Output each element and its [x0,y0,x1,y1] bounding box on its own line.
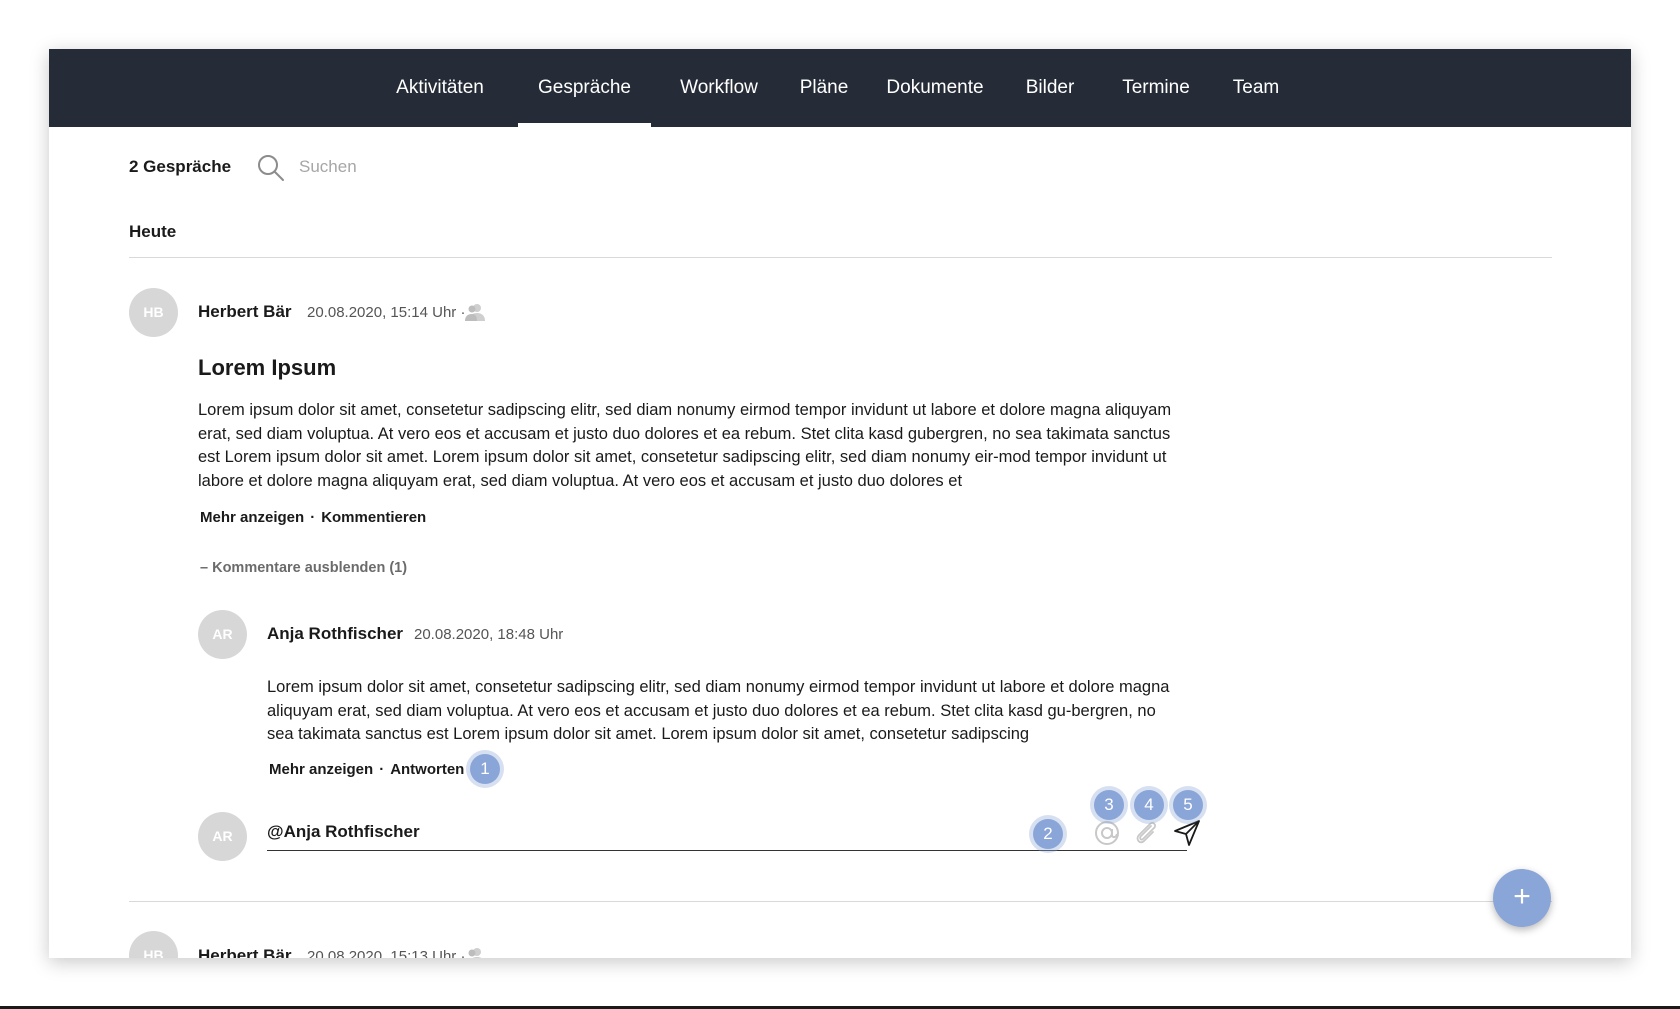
comment-body: Lorem ipsum dolor sit amet, consetetur s… [267,678,1170,743]
post-more-link[interactable]: Mehr anzeigen [200,509,304,526]
annotation-badge-1: 1 [470,754,500,784]
post-actions: Mehr anzeigen · Kommentieren [200,509,426,526]
post-title: Lorem Ipsum [198,355,337,380]
annotation-badge-2: 2 [1033,819,1063,849]
at-icon[interactable] [1092,818,1122,848]
people-icon [465,304,485,321]
post-author: Herbert Bär [198,302,292,321]
hide-comments-toggle[interactable]: – Kommentare ausblenden (1) [200,560,407,576]
tab-gespraeche[interactable]: Gespräche [518,49,651,127]
comment-author: Anja Rothfischer [267,624,404,643]
avatar: AR [198,610,247,659]
separator-dot: · [379,761,385,778]
post-author: Herbert Bär [198,946,292,958]
tab-termine[interactable]: Termine [1110,49,1202,127]
top-navigation: Aktivitäten Gespräche Workflow Pläne Dok… [49,49,1631,127]
post-body: Lorem ipsum dolor sit amet, consetetur s… [198,401,1172,490]
comment-actions: Mehr anzeigen · Antworten [269,761,464,778]
post-comment-link[interactable]: Kommentieren [321,509,426,526]
comment-more-link[interactable]: Mehr anzeigen [269,761,373,778]
send-icon[interactable] [1172,818,1202,848]
tab-bilder[interactable]: Bilder [1015,49,1085,127]
tab-plaene[interactable]: Pläne [789,49,859,127]
avatar: AR [198,812,247,861]
post-timestamp: 20.08.2020, 15:13 Uhr · [307,948,466,958]
app-frame: Aktivitäten Gespräche Workflow Pläne Dok… [49,49,1631,958]
search-icon[interactable] [256,153,286,183]
tab-aktivitaeten[interactable]: Aktivitäten [387,49,493,127]
avatar: HB [129,288,178,337]
tab-dokumente[interactable]: Dokumente [876,49,994,127]
annotation-badge-4: 4 [1134,790,1164,820]
post-divider [129,901,1552,902]
paperclip-icon[interactable] [1132,818,1162,848]
comment-timestamp: 20.08.2020, 18:48 Uhr [414,626,564,643]
reply-input[interactable] [267,816,1007,848]
tab-team[interactable]: Team [1221,49,1291,127]
annotation-badge-3: 3 [1094,790,1124,820]
annotation-badge-5: 5 [1173,790,1203,820]
people-icon [468,948,482,958]
separator-dot: · [310,509,316,526]
post-timestamp: 20.08.2020, 15:14 Uhr · [307,304,466,321]
group-divider [129,257,1552,258]
search-input[interactable] [299,153,599,181]
group-heading-today: Heute [129,222,177,241]
comment-reply-link[interactable]: Antworten [390,761,464,778]
tab-workflow[interactable]: Workflow [669,49,769,127]
conversation-count: 2 Gespräche [129,157,232,176]
avatar: HB [129,931,178,958]
add-conversation-button[interactable]: + [1493,869,1551,927]
